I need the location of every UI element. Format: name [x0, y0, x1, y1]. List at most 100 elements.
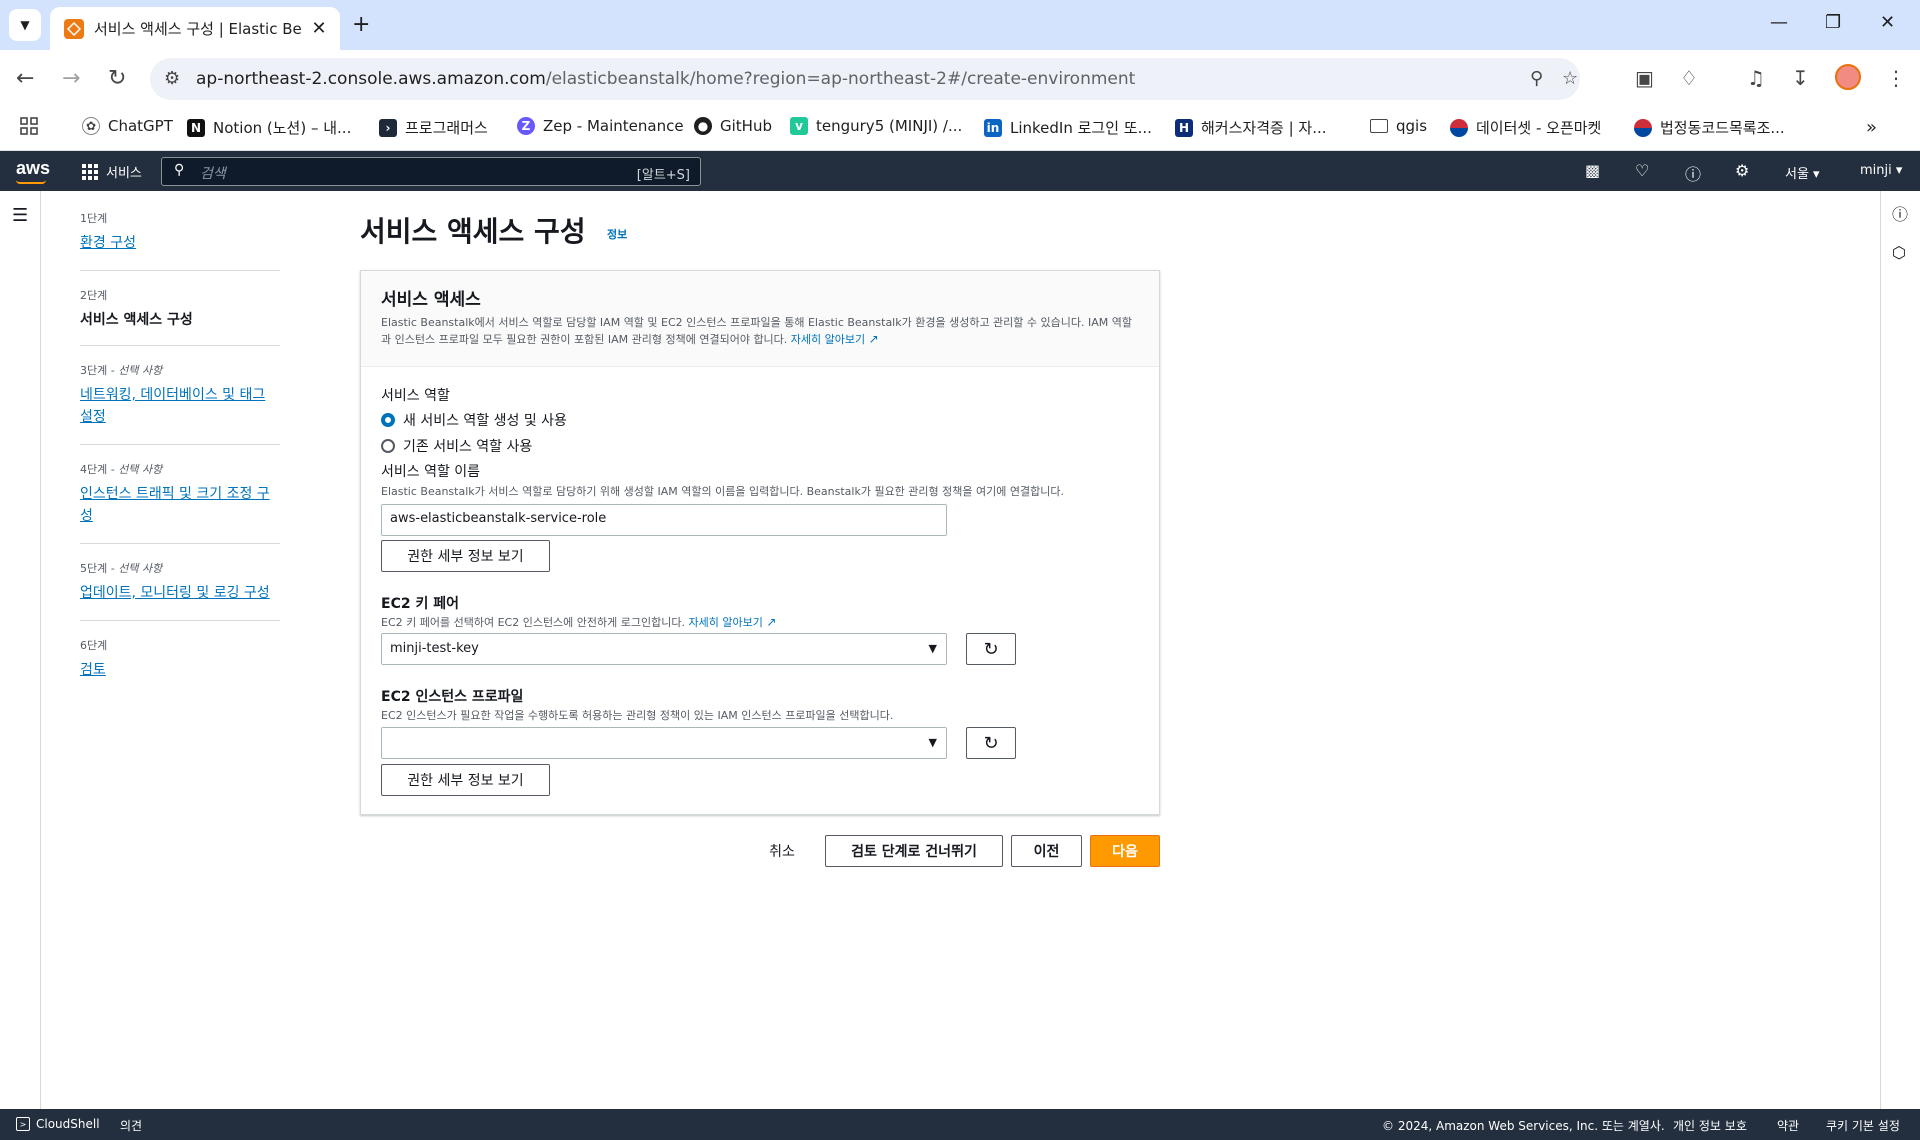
aws-smile-icon	[16, 180, 46, 184]
bookmark-zep[interactable]: Z Zep - Maintenance	[517, 117, 684, 135]
instance-profile-refresh-button[interactable]: ↻	[966, 727, 1016, 759]
search-shortcut: [알트+S]	[636, 168, 690, 183]
radio-new-role[interactable]: 새 서비스 역할 생성 및 사용	[381, 410, 567, 430]
forward-arrow-icon[interactable]: →	[62, 66, 80, 91]
role-name-input[interactable]: aws-elasticbeanstalk-service-role	[381, 504, 947, 536]
aws-footer: > CloudShell 의견 © 2024, Amazon Web Servi…	[0, 1109, 1920, 1140]
panel-description: Elastic Beanstalk에서 서비스 역할로 담당할 IAM 역할 및…	[381, 316, 1132, 346]
terminal-icon: >	[16, 1117, 30, 1131]
apps-grid-icon[interactable]	[20, 117, 38, 135]
keypair-hint: EC2 키 페어를 선택하여 EC2 인스턴스에 안전하게 로그인합니다. 자세…	[381, 615, 777, 629]
right-rail: ⓘ ⬡	[1880, 191, 1920, 1109]
bookmark-velog[interactable]: v tengury5 (MINJI) /...	[790, 117, 962, 135]
aws-search-input[interactable]: ⚲ 검색 [알트+S]	[161, 157, 701, 186]
more-menu-icon[interactable]: ⋮	[1886, 66, 1906, 90]
korea-gov-icon	[1450, 118, 1468, 137]
velog-icon: v	[790, 117, 808, 135]
region-selector[interactable]: 서울 ▾	[1785, 163, 1820, 182]
download-icon[interactable]: ↧	[1792, 66, 1809, 90]
role-name-hint: Elastic Beanstalk가 서비스 역할로 담당하기 위해 생성할 I…	[381, 485, 1064, 498]
view-permissions-button-2[interactable]: 권한 세부 정보 보기	[381, 764, 550, 796]
bookmark-programmers[interactable]: › 프로그래머스	[379, 117, 488, 138]
bookmark-star-icon[interactable]: ☆	[1562, 68, 1578, 89]
zoom-icon[interactable]: ⚲	[1530, 68, 1543, 89]
cloudshell-icon[interactable]: ▩	[1585, 161, 1600, 180]
restore-icon[interactable]: ❐	[1825, 12, 1841, 33]
next-button[interactable]: 다음	[1090, 835, 1160, 867]
step-link-networking[interactable]: 네트워킹, 데이터베이스 및 태그 설정	[80, 384, 280, 428]
bookmark-notion[interactable]: N Notion (노션) – 내...	[187, 117, 351, 138]
cookie-preferences-link[interactable]: 쿠키 기본 설정	[1826, 1117, 1900, 1134]
step-link-updates-monitoring[interactable]: 업데이트, 모니터링 및 로깅 구성	[80, 582, 280, 604]
skip-to-review-button[interactable]: 검토 단계로 건너뛰기	[825, 835, 1003, 867]
korea-gov-icon	[1634, 118, 1652, 137]
learn-more-link[interactable]: 자세히 알아보기	[791, 333, 865, 346]
bookmark-chatgpt[interactable]: ✿ ChatGPT	[82, 117, 173, 135]
previous-button[interactable]: 이전	[1011, 835, 1082, 867]
info-link[interactable]: 정보	[607, 226, 627, 242]
bookmarks-bar: ✿ ChatGPT N Notion (노션) – 내... › 프로그래머스 Z Ze…	[0, 108, 1920, 151]
bookmark-hackers[interactable]: H 해커스자격증 | 자...	[1175, 117, 1327, 138]
tab-search-button[interactable]: ▼	[9, 9, 41, 41]
external-link-icon: ↗	[766, 615, 777, 629]
view-permissions-button[interactable]: 권한 세부 정보 보기	[381, 540, 550, 572]
cancel-button[interactable]: 취소	[757, 835, 807, 867]
help-icon[interactable]: ⓘ	[1685, 161, 1701, 185]
close-window-icon[interactable]: ✕	[1880, 12, 1895, 33]
feedback-link[interactable]: 의견	[120, 1117, 142, 1134]
keypair-select[interactable]: minji-test-key ▼	[381, 633, 947, 665]
tab-title: 서비스 액세스 구성 | Elastic Be	[94, 20, 302, 38]
address-bar[interactable]: ⚙ ap-northeast-2.console.aws.amazon.com/…	[150, 58, 1580, 100]
notion-icon: N	[187, 118, 205, 137]
notifications-bell-icon[interactable]: ♡	[1635, 161, 1649, 180]
new-tab-icon[interactable]: +	[352, 12, 370, 37]
radio-selected[interactable]	[381, 413, 395, 427]
aws-logo[interactable]: aws	[16, 158, 50, 179]
terms-link[interactable]: 약관	[1777, 1117, 1799, 1134]
radio-unselected[interactable]	[381, 439, 395, 453]
browser-tab-active[interactable]: 서비스 액세스 구성 | Elastic Be ✕	[50, 7, 340, 50]
info-panel-icon[interactable]: ⓘ	[1892, 201, 1908, 225]
bookmark-dataset[interactable]: 데이터셋 - 오픈마켓	[1450, 117, 1601, 138]
instance-profile-select[interactable]: ▼	[381, 727, 947, 759]
reload-icon[interactable]: ↻	[108, 66, 126, 91]
keypair-learn-more-link[interactable]: 자세히 알아보기	[689, 616, 763, 629]
cloudshell-footer-button[interactable]: > CloudShell	[16, 1117, 100, 1131]
close-tab-icon[interactable]: ✕	[308, 18, 330, 39]
media-control-icon[interactable]: ♫	[1747, 66, 1765, 90]
copyright-text: © 2024, Amazon Web Services, Inc. 또는 계열사…	[1382, 1119, 1665, 1133]
bookmark-qgis[interactable]: qgis	[1370, 117, 1427, 135]
hamburger-menu-icon[interactable]: ☰	[12, 205, 28, 226]
tab-groups-icon[interactable]: ▣	[1635, 66, 1654, 90]
tools-panel-icon[interactable]: ⬡	[1892, 243, 1906, 262]
bookmark-github[interactable]: ● GitHub	[694, 117, 772, 135]
site-info-icon[interactable]: ⚙	[164, 68, 180, 89]
wizard-steps: 1단계 환경 구성 2단계 서비스 액세스 구성 3단계 - 선택 사항 네트워…	[80, 210, 280, 713]
back-arrow-icon[interactable]: ←	[16, 66, 34, 91]
privacy-link[interactable]: 개인 정보 보호	[1673, 1117, 1747, 1134]
chevron-down-icon: ▼	[20, 18, 30, 32]
bookmark-beopjeongdong[interactable]: 법정동코드목록조...	[1634, 117, 1785, 138]
caret-down-icon: ▼	[928, 642, 937, 655]
grid-icon	[82, 163, 98, 180]
browser-tab-strip: ▼ 서비스 액세스 구성 | Elastic Be ✕ + — ❐ ✕	[0, 0, 1920, 50]
radio-existing-role[interactable]: 기존 서비스 역할 사용	[381, 436, 532, 456]
more-bookmarks-icon[interactable]: »	[1866, 117, 1877, 138]
zep-icon: Z	[517, 117, 535, 135]
keypair-label: EC2 키 페어	[381, 596, 459, 612]
step-link-environment[interactable]: 환경 구성	[80, 232, 280, 254]
instance-profile-hint: EC2 인스턴스가 필요한 작업을 수행하도록 허용하는 관리형 정책이 있는 …	[381, 709, 894, 722]
extensions-icon[interactable]: ♢	[1680, 66, 1698, 90]
elastic-beanstalk-favicon-icon	[64, 18, 84, 39]
panel-title: 서비스 액세스	[381, 290, 481, 310]
services-menu[interactable]: 서비스	[82, 162, 142, 181]
step-link-instance-traffic[interactable]: 인스턴스 트래픽 및 크기 조정 구성	[80, 483, 280, 527]
profile-avatar[interactable]	[1835, 64, 1861, 90]
instance-profile-label: EC2 인스턴스 프로파일	[381, 689, 524, 705]
keypair-refresh-button[interactable]: ↻	[966, 633, 1016, 665]
step-link-review[interactable]: 검토	[80, 659, 280, 681]
settings-gear-icon[interactable]: ⚙	[1735, 161, 1749, 180]
bookmark-linkedin[interactable]: in LinkedIn 로그인 또...	[984, 117, 1152, 138]
account-menu[interactable]: minji ▾	[1860, 163, 1902, 178]
minimize-icon[interactable]: —	[1770, 12, 1788, 33]
